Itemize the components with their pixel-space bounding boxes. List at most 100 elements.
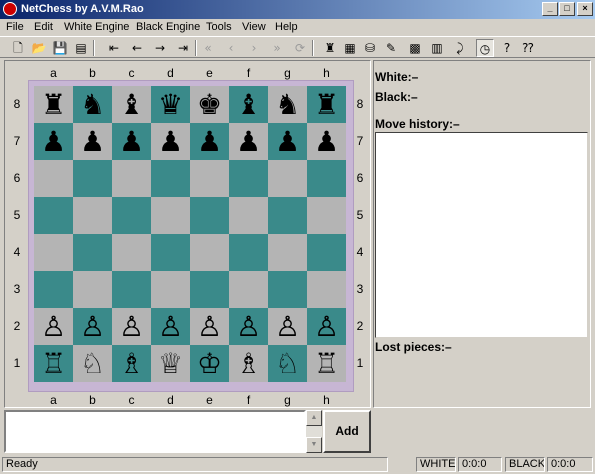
network-icon[interactable]: ⛁ bbox=[361, 39, 379, 57]
menu-help[interactable]: Help bbox=[275, 21, 298, 33]
square-h5[interactable] bbox=[307, 197, 346, 234]
square-h4[interactable] bbox=[307, 234, 346, 271]
app-icon[interactable] bbox=[3, 2, 17, 16]
square-e5[interactable] bbox=[190, 197, 229, 234]
square-f3[interactable] bbox=[229, 271, 268, 308]
square-h3[interactable] bbox=[307, 271, 346, 308]
clock-icon[interactable]: ◷ bbox=[476, 39, 494, 57]
square-g5[interactable] bbox=[268, 197, 307, 234]
square-d7[interactable]: ♟ bbox=[151, 123, 190, 160]
square-g8[interactable]: ♞ bbox=[268, 86, 307, 123]
square-e8[interactable]: ♚ bbox=[190, 86, 229, 123]
square-h2[interactable]: ♙ bbox=[307, 308, 346, 345]
square-f6[interactable] bbox=[229, 160, 268, 197]
notes-icon[interactable]: ▥ bbox=[428, 39, 446, 57]
square-b6[interactable] bbox=[73, 160, 112, 197]
square-a5[interactable] bbox=[34, 197, 73, 234]
flip-icon[interactable]: ⤸ bbox=[451, 39, 469, 57]
square-e3[interactable] bbox=[190, 271, 229, 308]
square-b1[interactable]: ♘ bbox=[73, 345, 112, 382]
colors-icon[interactable]: ▦ bbox=[341, 39, 359, 57]
square-f7[interactable]: ♟ bbox=[229, 123, 268, 160]
prev-move-icon[interactable]: ← bbox=[128, 39, 146, 57]
square-d3[interactable] bbox=[151, 271, 190, 308]
save-icon[interactable]: 💾 bbox=[51, 39, 69, 57]
square-e2[interactable]: ♙ bbox=[190, 308, 229, 345]
square-b5[interactable] bbox=[73, 197, 112, 234]
square-d6[interactable] bbox=[151, 160, 190, 197]
square-g2[interactable]: ♙ bbox=[268, 308, 307, 345]
square-d1[interactable]: ♕ bbox=[151, 345, 190, 382]
move-history-list[interactable] bbox=[375, 132, 588, 338]
refresh-icon[interactable]: ⟳ bbox=[291, 39, 309, 57]
square-g6[interactable] bbox=[268, 160, 307, 197]
square-f4[interactable] bbox=[229, 234, 268, 271]
square-a2[interactable]: ♙ bbox=[34, 308, 73, 345]
square-h1[interactable]: ♖ bbox=[307, 345, 346, 382]
rewind-all-icon[interactable]: « bbox=[199, 39, 217, 57]
square-c3[interactable] bbox=[112, 271, 151, 308]
square-c2[interactable]: ♙ bbox=[112, 308, 151, 345]
square-c8[interactable]: ♝ bbox=[112, 86, 151, 123]
square-a1[interactable]: ♖ bbox=[34, 345, 73, 382]
square-b4[interactable] bbox=[73, 234, 112, 271]
square-a4[interactable] bbox=[34, 234, 73, 271]
square-c4[interactable] bbox=[112, 234, 151, 271]
square-e1[interactable]: ♔ bbox=[190, 345, 229, 382]
square-d4[interactable] bbox=[151, 234, 190, 271]
square-h6[interactable] bbox=[307, 160, 346, 197]
square-h8[interactable]: ♜ bbox=[307, 86, 346, 123]
close-button[interactable]: × bbox=[577, 2, 593, 16]
square-g4[interactable] bbox=[268, 234, 307, 271]
square-e6[interactable] bbox=[190, 160, 229, 197]
square-a6[interactable] bbox=[34, 160, 73, 197]
square-e7[interactable]: ♟ bbox=[190, 123, 229, 160]
next-move-icon[interactable]: → bbox=[151, 39, 169, 57]
scroll-down-icon[interactable]: ▼ bbox=[306, 437, 322, 453]
rewind-icon[interactable]: ‹ bbox=[222, 39, 240, 57]
minimize-button[interactable]: _ bbox=[542, 2, 558, 16]
print-icon[interactable]: ▤ bbox=[72, 39, 90, 57]
square-a7[interactable]: ♟ bbox=[34, 123, 73, 160]
square-d2[interactable]: ♙ bbox=[151, 308, 190, 345]
square-d5[interactable] bbox=[151, 197, 190, 234]
new-game-icon[interactable]: 🗋 bbox=[9, 39, 27, 57]
square-f2[interactable]: ♙ bbox=[229, 308, 268, 345]
move-input-scrollbar[interactable]: ▲ ▼ bbox=[306, 410, 322, 453]
square-f1[interactable]: ♗ bbox=[229, 345, 268, 382]
square-c6[interactable] bbox=[112, 160, 151, 197]
square-a8[interactable]: ♜ bbox=[34, 86, 73, 123]
edit-position-icon[interactable]: ✎ bbox=[382, 39, 400, 57]
square-f5[interactable] bbox=[229, 197, 268, 234]
square-b7[interactable]: ♟ bbox=[73, 123, 112, 160]
menu-tools[interactable]: Tools bbox=[206, 21, 232, 33]
first-move-icon[interactable]: ⇤ bbox=[105, 39, 123, 57]
square-f8[interactable]: ♝ bbox=[229, 86, 268, 123]
menu-black-engine[interactable]: Black Engine bbox=[136, 21, 200, 33]
menu-edit[interactable]: Edit bbox=[34, 21, 53, 33]
square-c7[interactable]: ♟ bbox=[112, 123, 151, 160]
maximize-button[interactable]: □ bbox=[559, 2, 575, 16]
square-g7[interactable]: ♟ bbox=[268, 123, 307, 160]
scroll-up-icon[interactable]: ▲ bbox=[306, 410, 322, 426]
help-context-icon[interactable]: ⁇ bbox=[519, 39, 537, 57]
square-c5[interactable] bbox=[112, 197, 151, 234]
square-g1[interactable]: ♘ bbox=[268, 345, 307, 382]
forward-all-icon[interactable]: » bbox=[268, 39, 286, 57]
square-c1[interactable]: ♗ bbox=[112, 345, 151, 382]
add-move-button[interactable]: Add bbox=[323, 410, 371, 453]
square-h7[interactable]: ♟ bbox=[307, 123, 346, 160]
square-b8[interactable]: ♞ bbox=[73, 86, 112, 123]
square-e4[interactable] bbox=[190, 234, 229, 271]
open-icon[interactable]: 📂 bbox=[30, 39, 48, 57]
hint-icon[interactable]: ? bbox=[498, 39, 516, 57]
move-input[interactable] bbox=[4, 410, 306, 453]
menu-view[interactable]: View bbox=[242, 21, 266, 33]
title-bar[interactable]: NetChess by A.V.M.Rao _ □ × bbox=[0, 0, 595, 19]
square-b2[interactable]: ♙ bbox=[73, 308, 112, 345]
square-d8[interactable]: ♛ bbox=[151, 86, 190, 123]
forward-icon[interactable]: › bbox=[245, 39, 263, 57]
square-a3[interactable] bbox=[34, 271, 73, 308]
square-b3[interactable] bbox=[73, 271, 112, 308]
engine-icon[interactable]: ♜ bbox=[321, 39, 339, 57]
